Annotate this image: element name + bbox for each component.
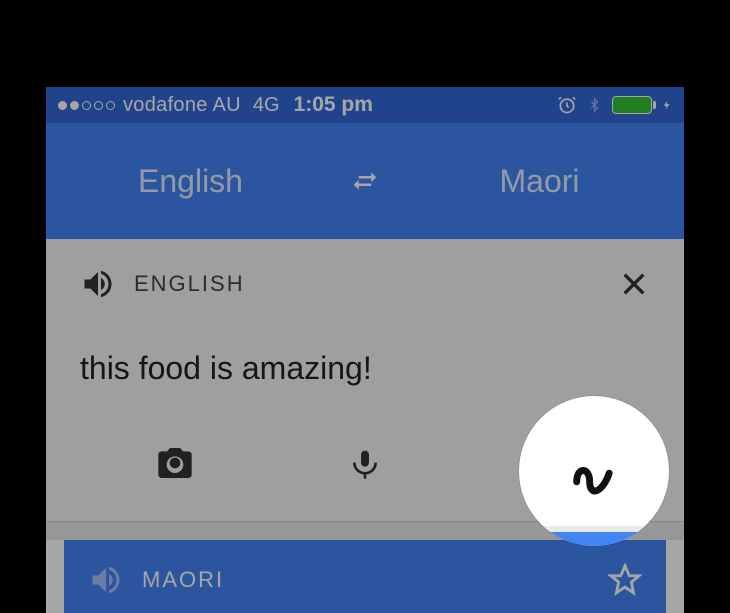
camera-icon <box>153 443 197 485</box>
alarm-icon <box>557 95 577 115</box>
speaker-icon[interactable] <box>80 266 116 302</box>
close-icon <box>618 268 650 300</box>
network-label: 4G <box>253 94 280 117</box>
voice-input-button[interactable] <box>340 443 390 485</box>
result-language-label: MAORI <box>142 567 224 593</box>
speaker-icon[interactable] <box>88 562 124 598</box>
input-text[interactable]: this food is amazing! <box>80 350 650 387</box>
bluetooth-icon <box>587 94 602 116</box>
status-bar: vodafone AU 4G 1:05 pm <box>46 87 684 123</box>
charging-icon <box>662 96 672 114</box>
language-selector-bar: English Maori <box>46 123 684 239</box>
star-icon <box>608 563 642 597</box>
input-language-label: ENGLISH <box>134 271 245 297</box>
camera-input-button[interactable] <box>150 443 200 485</box>
tutorial-highlight <box>519 396 669 546</box>
swap-languages-button[interactable] <box>335 166 395 196</box>
carrier-label: vodafone AU <box>123 94 241 117</box>
battery-icon <box>612 96 652 114</box>
clear-input-button[interactable] <box>618 268 650 300</box>
save-translation-button[interactable] <box>608 563 642 597</box>
result-card: MAORI <box>64 540 666 613</box>
microphone-icon <box>349 443 381 485</box>
source-language-button[interactable]: English <box>46 163 335 200</box>
signal-strength-icon <box>58 101 115 110</box>
clock-label: 1:05 pm <box>294 93 373 117</box>
target-language-button[interactable]: Maori <box>395 163 684 200</box>
handwriting-icon <box>568 445 620 497</box>
swap-icon <box>346 166 384 196</box>
